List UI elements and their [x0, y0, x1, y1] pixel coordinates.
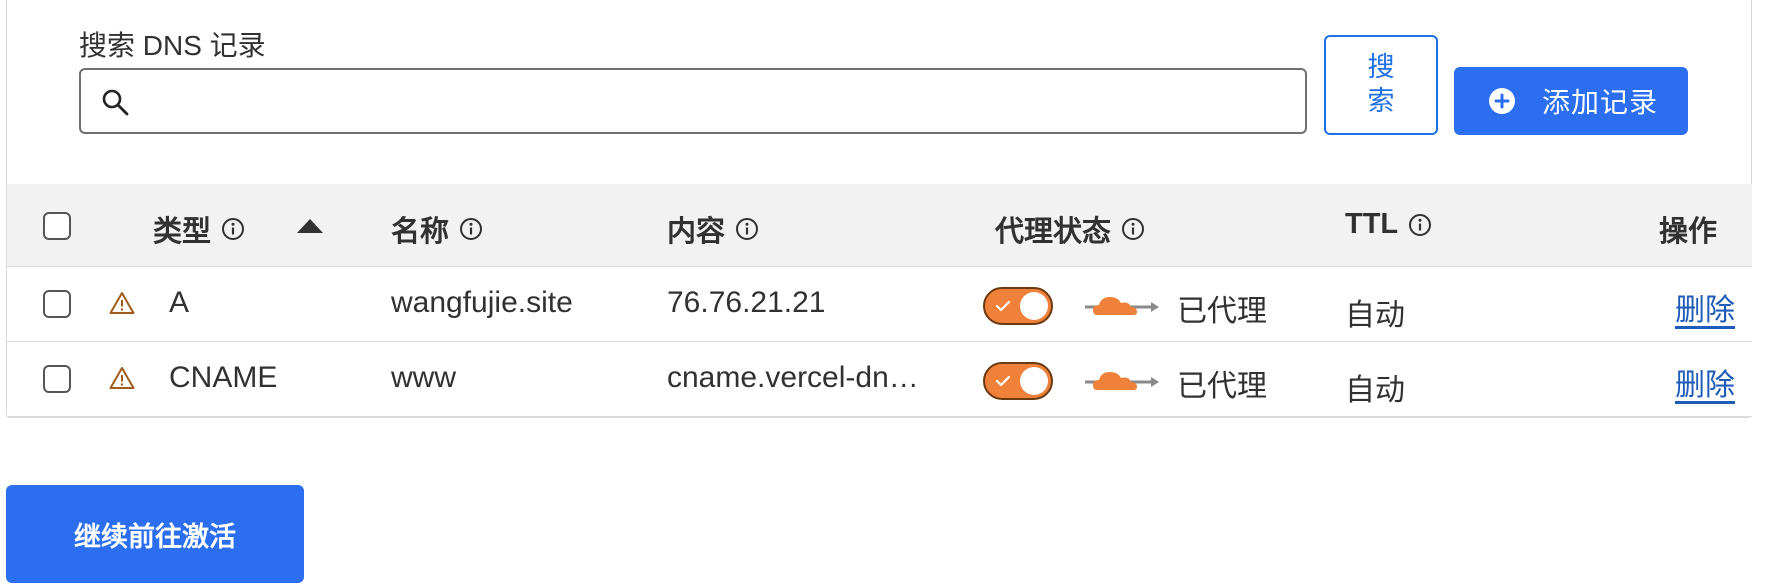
- header-ttl-label: TTL: [1345, 208, 1399, 240]
- proxy-status-text: 已代理: [1177, 370, 1267, 403]
- search-field[interactable]: [79, 68, 1307, 134]
- delete-link[interactable]: 删除: [1675, 285, 1735, 329]
- table-row: CNAME www cname.vercel-dn… 已代理 自动 删除: [7, 342, 1752, 417]
- info-icon[interactable]: [735, 217, 759, 241]
- record-name: wangfujie.site: [391, 286, 573, 319]
- row-checkbox[interactable]: [43, 290, 71, 318]
- add-record-label: 添加记录: [1542, 87, 1659, 118]
- continue-activation-button[interactable]: 继续前往激活: [6, 485, 304, 583]
- search-icon: [102, 89, 129, 116]
- record-name: www: [391, 361, 456, 394]
- info-icon[interactable]: [221, 217, 245, 241]
- info-icon[interactable]: [1121, 217, 1145, 241]
- header-ttl: TTL: [1345, 208, 1432, 241]
- record-ttl: 自动: [1345, 299, 1405, 332]
- header-name: 名称: [391, 208, 483, 250]
- header-content: 内容: [667, 208, 759, 250]
- record-content: 76.76.21.21: [667, 286, 826, 319]
- search-button-label: 搜 索: [1367, 52, 1395, 116]
- row-checkbox[interactable]: [43, 365, 71, 393]
- warning-icon[interactable]: [109, 291, 135, 315]
- header-proxy-status-label: 代理状态: [995, 216, 1112, 248]
- search-button[interactable]: 搜 索: [1324, 35, 1438, 135]
- record-ttl: 自动: [1345, 374, 1405, 407]
- proxy-cloud-icon: [1085, 372, 1159, 390]
- dns-records-panel: 搜索 DNS 记录 搜 索 添加记录 类型 名称 内容 代理状态 TTL 操作 …: [6, 0, 1752, 418]
- add-record-button[interactable]: 添加记录: [1454, 67, 1688, 135]
- header-type[interactable]: 类型: [153, 208, 245, 250]
- search-input[interactable]: [137, 76, 1291, 128]
- header-name-label: 名称: [391, 216, 450, 248]
- check-icon: [995, 375, 1011, 387]
- info-icon[interactable]: [1408, 213, 1432, 237]
- header-type-label: 类型: [153, 216, 212, 248]
- table-header: 类型 名称 内容 代理状态 TTL 操作: [7, 184, 1752, 267]
- proxy-status-text: 已代理: [1177, 295, 1267, 328]
- select-all-checkbox[interactable]: [43, 212, 71, 240]
- proxy-toggle[interactable]: [983, 362, 1053, 400]
- table-row: A wangfujie.site 76.76.21.21 已代理 自动 删除: [7, 267, 1752, 342]
- record-type: A: [169, 286, 190, 319]
- header-proxy-status: 代理状态: [995, 208, 1145, 250]
- header-content-label: 内容: [667, 216, 726, 248]
- sort-up-icon[interactable]: [297, 219, 323, 233]
- delete-link[interactable]: 删除: [1675, 360, 1735, 404]
- info-icon[interactable]: [459, 217, 483, 241]
- proxy-toggle[interactable]: [983, 287, 1053, 325]
- record-content: cname.vercel-dn…: [667, 361, 919, 394]
- continue-activation-label: 继续前往激活: [74, 521, 236, 552]
- warning-icon[interactable]: [109, 366, 135, 390]
- proxy-cloud-icon: [1085, 297, 1159, 315]
- search-label: 搜索 DNS 记录: [79, 30, 266, 61]
- header-actions: 操作: [1659, 208, 1717, 250]
- toggle-knob: [1020, 367, 1048, 395]
- header-actions-label: 操作: [1659, 216, 1718, 248]
- plus-circle-icon: [1489, 88, 1515, 114]
- record-type: CNAME: [169, 361, 278, 394]
- check-icon: [995, 300, 1011, 312]
- toggle-knob: [1020, 292, 1048, 320]
